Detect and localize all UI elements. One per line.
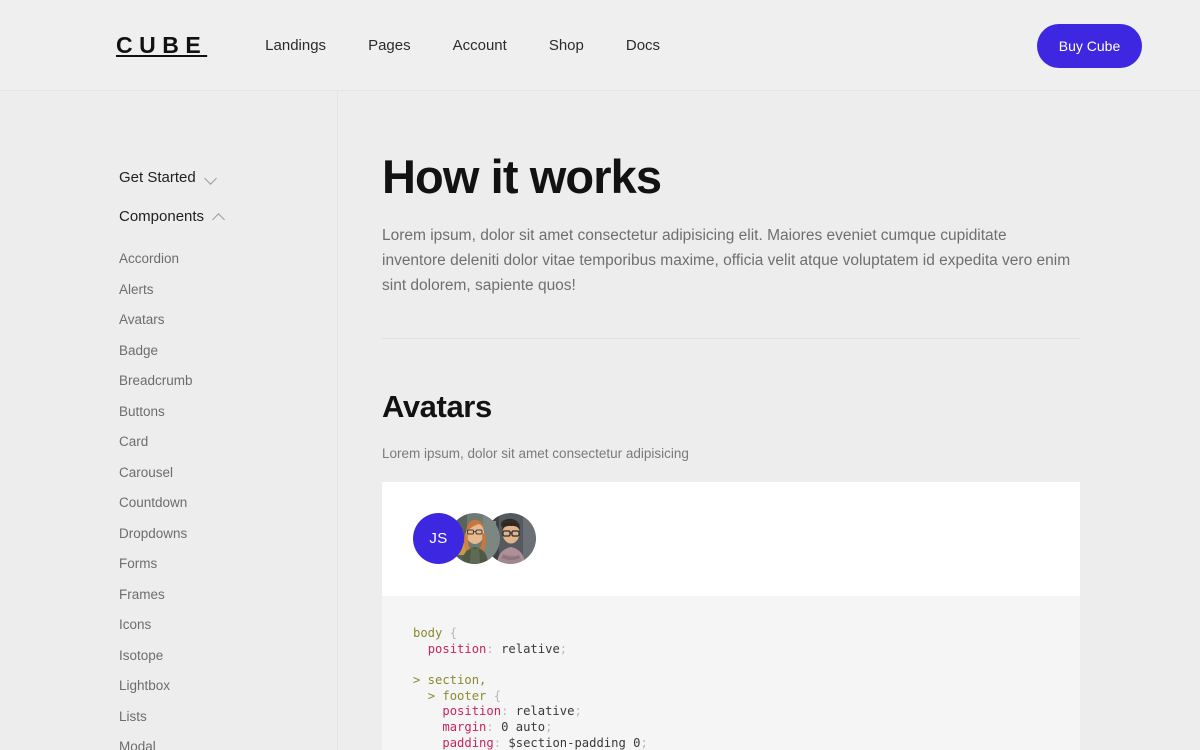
page-title: How it works [382,150,662,203]
sidebar-item-avatars[interactable]: Avatars [119,308,165,332]
nav-link-docs[interactable]: Docs [626,32,660,59]
page-lead-paragraph: Lorem ipsum, dolor sit amet consectetur … [382,226,1071,294]
code-property-position: position [427,641,487,656]
brand-logo[interactable]: CUBE [116,33,207,57]
sidebar-item-dropdowns[interactable]: Dropdowns [119,522,187,546]
avatar-group: JS [413,513,536,565]
sidebar-item-accordion[interactable]: Accordion [119,247,179,271]
chevron-up-icon [213,210,226,223]
sidebar-item-carousel[interactable]: Carousel [119,461,173,485]
avatar-initials[interactable]: JS [413,513,464,565]
sidebar-item-modal[interactable]: Modal [119,735,156,750]
docs-sidebar: Get Started Components Accordion Alerts … [0,91,338,750]
sidebar-item-alerts[interactable]: Alerts [119,278,154,302]
sidebar-group-label: Components [119,208,205,225]
section-divider [382,337,1080,339]
code-selector-section: > section, [413,672,487,687]
code-snippet-block: body { position: relative; > section, > … [382,595,1080,750]
sidebar-item-lists[interactable]: Lists [119,705,147,729]
docs-content: How it works Lorem ipsum, dolor sit amet… [338,91,1200,750]
section-title-avatars: Avatars [382,388,492,424]
code-brace: { [449,625,458,640]
sidebar-item-card[interactable]: Card [119,430,148,454]
code-property-padding: padding [442,735,494,750]
section-subtitle: Lorem ipsum, dolor sit amet consectetur … [382,445,689,461]
sidebar-item-breadcrumb[interactable]: Breadcrumb [119,369,193,393]
sidebar-group-components[interactable]: Components [119,209,226,224]
avatar-initials-label: JS [429,530,448,548]
sidebar-item-icons[interactable]: Icons [119,613,151,637]
sidebar-item-forms[interactable]: Forms [119,552,157,576]
sidebar-item-buttons[interactable]: Buttons [119,400,165,424]
sidebar-item-isotope[interactable]: Isotope [119,644,163,668]
buy-cube-button[interactable]: Buy Cube [1037,24,1142,68]
nav-link-landings[interactable]: Landings [265,32,326,59]
sidebar-group-get-started[interactable]: Get Started [119,170,218,185]
sidebar-item-frames[interactable]: Frames [119,583,165,607]
code-selector-body: body [413,625,443,640]
component-preview-card: JS [382,481,1080,596]
nav-link-pages[interactable]: Pages [368,32,411,59]
main-nav: Landings Pages Account Shop Docs [265,32,660,59]
sidebar-item-badge[interactable]: Badge [119,339,158,363]
code-property-margin: margin [442,720,487,735]
nav-link-shop[interactable]: Shop [549,32,584,59]
page-body: Get Started Components Accordion Alerts … [0,91,1200,750]
site-header: CUBE Landings Pages Account Shop Docs Bu… [0,0,1200,91]
sidebar-item-countdown[interactable]: Countdown [119,491,187,515]
nav-link-account[interactable]: Account [453,32,507,59]
sidebar-item-lightbox[interactable]: Lightbox [119,674,170,698]
chevron-down-icon [205,171,218,184]
code-property-position: position [442,704,502,719]
sidebar-component-list: Accordion Alerts Avatars Badge Breadcrum… [119,247,337,750]
code-selector-footer: > footer [427,688,487,703]
sidebar-group-label: Get Started [119,169,196,186]
